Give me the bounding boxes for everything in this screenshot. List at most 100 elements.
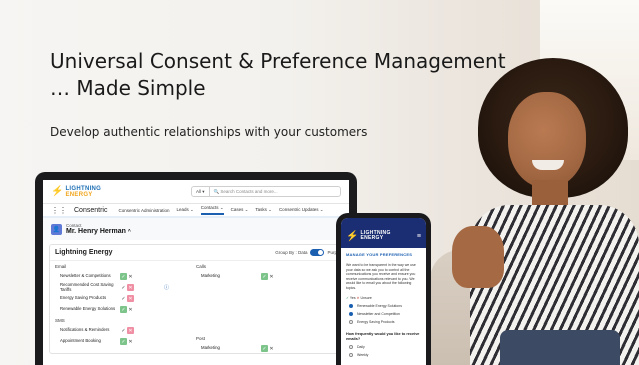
crm-header: ⚡ LIGHTNING ENERGY All ▾ 🔍 Search Contac…	[43, 180, 349, 204]
consent-no-toggle[interactable]: ✕	[268, 273, 275, 280]
nav-item-administration[interactable]: Consentric Administration	[118, 208, 169, 213]
preference-option[interactable]: Renewable Energy Solutions	[341, 302, 426, 310]
consent-no-toggle[interactable]: ✕	[127, 327, 134, 334]
lightning-bolt-icon: ⚡	[51, 186, 64, 197]
consent-row-label: Appointment Booking	[60, 338, 101, 344]
option-radio[interactable]	[349, 312, 353, 316]
nav-item-tasks-label: Tasks	[255, 207, 267, 212]
consent-row: Energy Saving Products ✓ ✕	[55, 293, 196, 304]
consent-row: Recommended Cost Saving Tariffs ✓ ✕ ⓘ	[55, 282, 196, 293]
preferences-legend: ✓ Yes ✕ Unsure	[341, 294, 426, 302]
consent-row-label: Marketing	[201, 345, 220, 351]
consent-no-toggle[interactable]: ✕	[127, 306, 134, 313]
consent-row: Notifications & Reminders ✓ ✕	[55, 325, 196, 336]
consent-no-toggle[interactable]: ✕	[127, 338, 134, 345]
nav-item-tasks[interactable]: Tasks ⌄	[255, 207, 272, 213]
chevron-up-icon[interactable]: ^	[128, 229, 131, 235]
section-email: Email	[55, 264, 67, 269]
woman-smile	[532, 160, 564, 170]
consent-row: Newsletter & Competitions ✓ ✕	[55, 271, 196, 282]
phone-brand-line-2: ENERGY	[360, 235, 384, 241]
consent-no-toggle[interactable]: ✕	[268, 345, 275, 352]
consent-row-label: Newsletter & Competitions	[60, 273, 111, 279]
record-header: 👤 Contact Mr. Henry Herman ^	[43, 218, 349, 240]
phone-brand-logo: ⚡ LIGHTNING ENERGY	[346, 231, 391, 242]
consent-yes-toggle[interactable]: ✓	[120, 273, 127, 280]
section-calls: Calls	[196, 264, 207, 269]
laptop-screen: ⚡ LIGHTNING ENERGY All ▾ 🔍 Search Contac…	[43, 180, 349, 365]
consent-yes-toggle[interactable]: ✓	[120, 295, 127, 302]
record-name-text: Mr. Henry Herman	[66, 228, 126, 235]
group-by-label: Group By : Data	[275, 250, 308, 255]
phone-mockup: ⚡ LIGHTNING ENERGY ≡ MANAGE YOUR PREFERE…	[336, 213, 431, 365]
preferences-heading: MANAGE YOUR PREFERENCES	[346, 252, 413, 257]
option-label: Renewable Energy Solutions	[357, 304, 402, 308]
woman-face	[508, 92, 586, 188]
consent-column-right: Calls Marketing ✓ ✕ Post Marketing ✓ ✕	[196, 261, 337, 353]
consent-yes-toggle[interactable]: ✓	[120, 306, 127, 313]
global-search[interactable]: All ▾ 🔍 Search Contacts and more...	[191, 186, 341, 197]
phone-header: ⚡ LIGHTNING ENERGY ≡	[341, 224, 426, 248]
frequency-radio[interactable]	[349, 345, 353, 349]
option-radio[interactable]	[349, 304, 353, 308]
nav-item-leads[interactable]: Leads ⌄	[177, 207, 194, 213]
app-launcher-icon[interactable]: ⋮⋮	[51, 206, 67, 215]
consent-yes-toggle[interactable]: ✓	[120, 284, 127, 291]
frequency-option[interactable]: Weekly	[341, 351, 426, 359]
brand-line-2: ENERGY	[65, 191, 93, 198]
consent-card-header: Lightning Energy Group By : Data Purp	[50, 245, 342, 261]
legend-yes-icon: ✓	[346, 296, 349, 300]
nav-item-leads-label: Leads	[176, 207, 189, 212]
consent-row: Renewable Energy Solutions ✓ ✕	[55, 304, 196, 315]
group-by-toggle[interactable]	[310, 249, 325, 256]
brand-logo: ⚡ LIGHTNING ENERGY	[51, 186, 191, 198]
consent-card-title: Lightning Energy	[55, 249, 113, 256]
section-sms: SMS	[55, 318, 65, 323]
record-name: Mr. Henry Herman ^	[66, 228, 131, 235]
consent-yes-toggle[interactable]: ✓	[120, 338, 127, 345]
frequency-option[interactable]: Daily	[341, 343, 426, 351]
legend-unsure-label: Unsure	[360, 296, 372, 300]
option-label: Newsletter and Competition	[357, 312, 400, 316]
preferences-copy: We want to be transparent in the way we …	[346, 263, 416, 290]
consent-row: Marketing ✓ ✕	[196, 343, 337, 353]
nav-item-updates-label: Consentric Updates	[278, 207, 319, 212]
brand-line-1: LIGHTNING	[65, 185, 102, 192]
consent-no-toggle[interactable]: ✕	[127, 284, 134, 291]
consent-yes-toggle[interactable]: ✓	[120, 327, 127, 334]
info-icon[interactable]: ⓘ	[164, 284, 169, 291]
consent-row-label: Notifications & Reminders	[60, 327, 110, 333]
preference-option[interactable]: Energy Saving Products	[341, 318, 426, 326]
search-input[interactable]: 🔍 Search Contacts and more...	[210, 189, 282, 195]
app-name: Consentric	[74, 206, 108, 214]
lightning-bolt-icon: ⚡	[346, 230, 359, 242]
option-label: Energy Saving Products	[357, 320, 395, 324]
subheadline: Develop authentic relationships with you…	[50, 125, 368, 139]
option-radio[interactable]	[349, 320, 353, 324]
section-post: Post	[196, 336, 206, 341]
frequency-radio[interactable]	[349, 353, 353, 357]
hero-banner: Universal Consent & Preference Managemen…	[0, 0, 639, 365]
search-scope-select[interactable]: All ▾	[192, 187, 210, 196]
consent-yes-toggle[interactable]: ✓	[261, 345, 268, 352]
consent-no-toggle[interactable]: ✕	[127, 295, 134, 302]
woman-jeans	[500, 330, 620, 365]
headline-line-2: … Made Simple	[50, 76, 206, 100]
search-scope-value: All	[196, 189, 202, 194]
nav-item-cases[interactable]: Cases ⌄	[231, 207, 249, 213]
preference-option[interactable]: Newsletter and Competition	[341, 310, 426, 318]
consent-no-toggle[interactable]: ✕	[127, 273, 134, 280]
nav-item-contacts-label: Contacts	[200, 205, 219, 210]
nav-item-contacts[interactable]: Contacts ⌄	[200, 205, 224, 215]
consent-column-left: Email Newsletter & Competitions ✓ ✕ Recomm…	[55, 261, 196, 353]
consent-card: Lightning Energy Group By : Data Purp Em…	[49, 244, 343, 354]
consent-yes-toggle[interactable]: ✓	[261, 273, 268, 280]
nav-item-updates[interactable]: Consentric Updates ⌄	[279, 207, 324, 213]
phone-screen: ⚡ LIGHTNING ENERGY ≡ MANAGE YOUR PREFERE…	[341, 218, 426, 365]
consent-row-label: Energy Saving Products	[60, 295, 107, 301]
hamburger-menu-icon[interactable]: ≡	[417, 233, 421, 240]
frequency-label: Daily	[357, 345, 365, 349]
nav-item-cases-label: Cases	[230, 207, 244, 212]
consent-row-label: Recommended Cost Saving Tariffs	[60, 282, 114, 292]
